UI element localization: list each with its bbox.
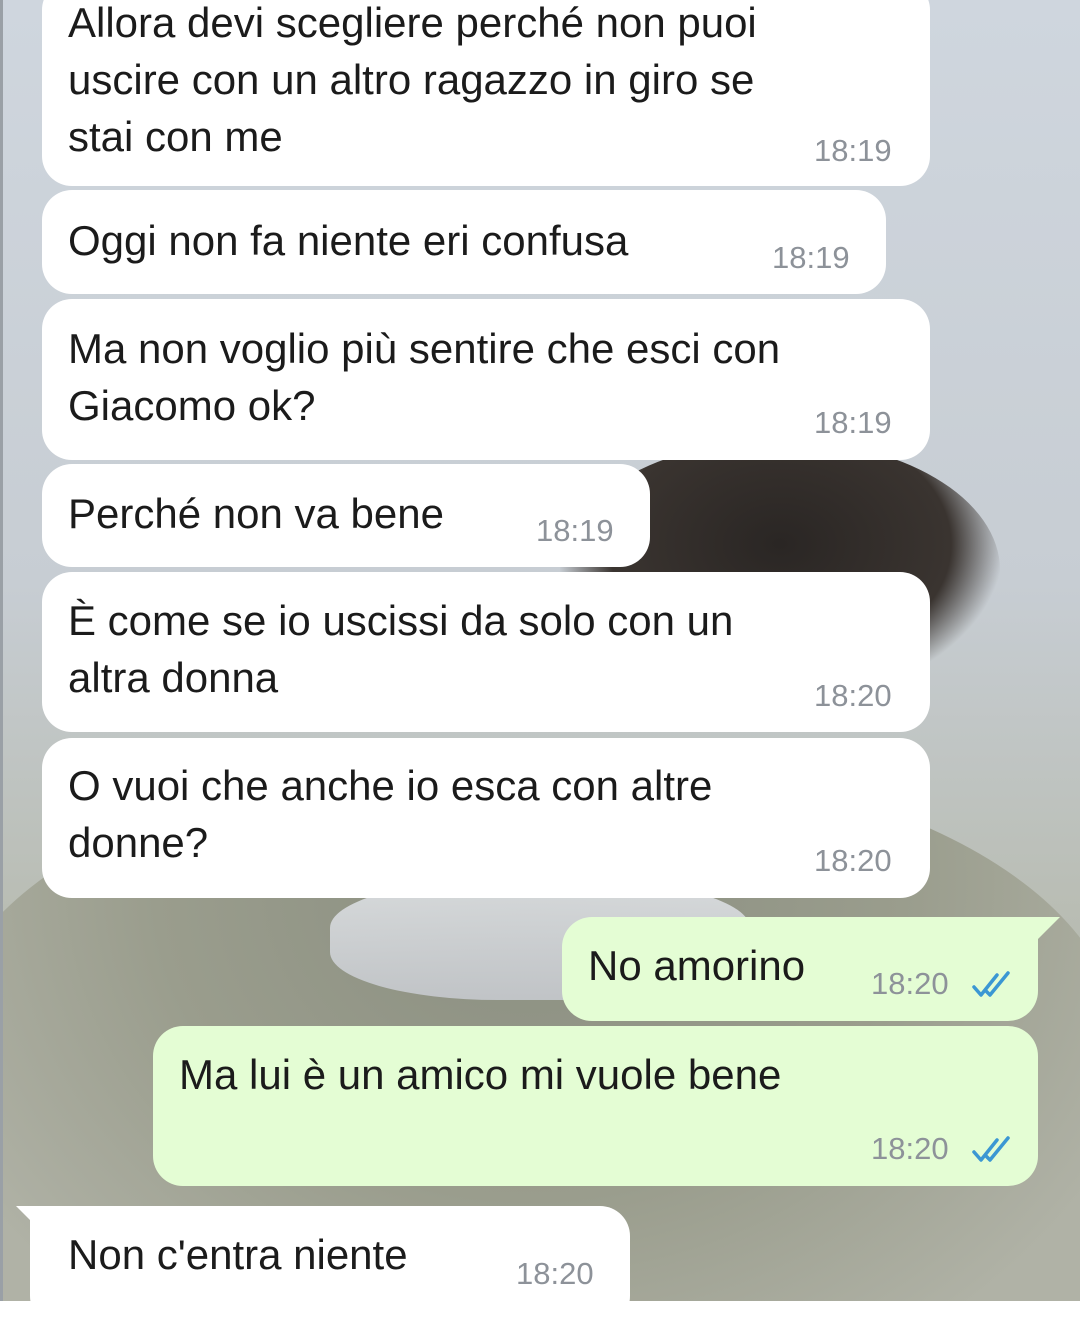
- message-time: 18:20: [871, 966, 949, 1001]
- message-time: 18:19: [814, 405, 892, 440]
- message-bubble-outgoing[interactable]: Ma lui è un amico mi vuole bene 18:20: [153, 1026, 1038, 1186]
- message-bubble-incoming[interactable]: È come se io uscissi da solo con un altr…: [42, 572, 930, 732]
- message-bubble-incoming[interactable]: Allora devi scegliere perché non puoi us…: [42, 0, 930, 186]
- message-time: 18:19: [814, 133, 892, 168]
- message-text: O vuoi che anche io esca con altre donne…: [68, 762, 713, 866]
- double-check-icon: [972, 971, 1010, 997]
- message-bubble-incoming[interactable]: Non c'entra niente 18:20: [16, 1206, 630, 1326]
- message-text: È come se io uscissi da solo con un altr…: [68, 597, 734, 701]
- message-time: 18:20: [814, 678, 892, 713]
- message-bubble-outgoing[interactable]: No amorino 18:20: [562, 917, 1060, 1021]
- message-text: Allora devi scegliere perché non puoi us…: [68, 0, 757, 160]
- message-text: Perché non va bene: [68, 490, 444, 537]
- bubble-tail: [16, 1206, 42, 1232]
- message-text: Oggi non fa niente eri confusa: [68, 217, 629, 264]
- message-bubble-incoming[interactable]: Perché non va bene 18:19: [42, 464, 650, 567]
- message-time: 18:20: [814, 843, 892, 878]
- message-time: 18:20: [871, 1131, 949, 1166]
- message-bubble-incoming[interactable]: Oggi non fa niente eri confusa 18:19: [42, 190, 886, 294]
- message-bubble-incoming[interactable]: O vuoi che anche io esca con altre donne…: [42, 738, 930, 898]
- message-time: 18:19: [536, 513, 614, 548]
- message-text: No amorino: [588, 942, 806, 989]
- double-check-icon: [972, 1136, 1010, 1162]
- bubble-tail: [1034, 917, 1060, 943]
- left-edge-divider: [0, 0, 3, 1301]
- message-text: Non c'entra niente: [68, 1231, 408, 1278]
- message-time: 18:20: [516, 1256, 594, 1291]
- message-text: Ma non voglio più sentire che esci con G…: [68, 325, 781, 429]
- message-text: Ma lui è un amico mi vuole bene: [179, 1051, 782, 1098]
- message-bubble-incoming[interactable]: Ma non voglio più sentire che esci con G…: [42, 299, 930, 460]
- message-time: 18:19: [772, 240, 850, 275]
